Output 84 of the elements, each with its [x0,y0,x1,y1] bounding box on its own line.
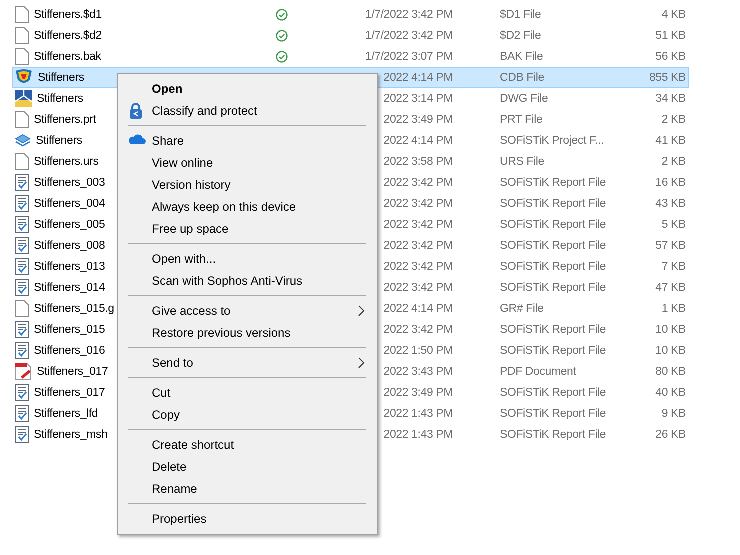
file-type: SOFiSTiK Report File [499,176,608,188]
file-name: Stiffeners [37,92,84,104]
file-name: Stiffeners [38,72,84,84]
file-type: SOFiSTiK Report File [499,324,608,336]
file-name: Stiffeners [36,134,82,146]
file-size: 2 KB [660,156,686,168]
file-type: SOFiSTiK Report File [499,344,608,356]
file-size: 10 KB [654,324,686,336]
file-size: 56 KB [654,50,686,62]
file-name: Stiffeners_017 [37,366,108,378]
file-type: GR# File [499,302,545,314]
file-size: 41 KB [654,134,686,146]
file-name: Stiffeners_004 [34,198,106,210]
file-name: Stiffeners_008 [34,240,106,252]
file-size: 9 KB [660,408,686,420]
date-modified: 1/7/2022 3:07 PM [364,50,453,62]
file-type: SOFiSTiK Report File [499,198,608,210]
file-type: DWG File [499,92,550,104]
file-type: SOFiSTiK Report File [499,282,608,294]
file-name: Stiffeners_015.g [34,302,114,314]
file-size: 5 KB [660,218,686,230]
file-size: 855 KB [648,72,686,84]
file-size: 10 KB [654,344,686,356]
file-type: SOFiSTiK Report File [499,408,608,420]
file-type: SOFiSTiK Report File [499,240,608,252]
date-modified: 2022 4:14 PM [382,302,453,314]
file-size: 26 KB [654,428,686,440]
date-modified: 2022 3:42 PM [382,260,453,272]
file-type: CDB File [499,72,546,84]
date-modified: 2022 3:58 PM [382,156,453,168]
file-name: Stiffeners_015 [34,324,106,336]
file-name: Stiffeners_013 [34,260,106,272]
file-size: 40 KB [654,386,686,398]
file-name: Stiffeners_005 [34,218,106,230]
file-type: PDF Document [499,366,578,378]
date-modified: 2022 3:42 PM [382,240,453,252]
date-modified: 2022 3:49 PM [382,386,453,398]
date-modified: 2022 3:42 PM [382,176,453,188]
file-name: Stiffeners_003 [34,176,106,188]
file-name: Stiffeners_016 [34,344,106,356]
date-modified: 2022 3:42 PM [382,282,453,294]
file-size: 7 KB [660,260,686,272]
file-type: SOFiSTiK Project F... [499,134,606,146]
file-name: Stiffeners.urs [34,156,99,168]
file-size: 4 KB [660,8,686,20]
date-modified: 1/7/2022 3:42 PM [364,30,453,42]
file-type: $D2 File [499,30,542,42]
file-name: Stiffeners.bak [34,50,102,62]
file-name: Stiffeners.prt [34,114,96,126]
file-type: $D1 File [499,8,542,20]
file-size: 1 KB [660,302,686,314]
file-name: Stiffeners_014 [34,282,106,294]
file-type: SOFiSTiK Report File [499,218,608,230]
date-modified: 2022 3:42 PM [382,198,453,210]
file-size: 34 KB [654,92,686,104]
file-size: 80 KB [654,366,686,378]
file-type: BAK File [499,50,544,62]
file-type: PRT File [499,114,544,126]
file-name: Stiffeners_msh [34,428,108,440]
date-modified: 2022 1:43 PM [382,408,453,420]
file-name: Stiffeners.$d1 [34,8,102,20]
file-type: SOFiSTiK Report File [499,260,608,272]
date-modified: 2022 4:14 PM [382,72,453,84]
file-size: 51 KB [654,30,686,42]
date-modified: 1/7/2022 3:42 PM [364,8,453,20]
date-modified: 2022 3:42 PM [382,218,453,230]
file-type: SOFiSTiK Report File [499,428,608,440]
file-size: 16 KB [654,176,686,188]
date-modified: 2022 1:50 PM [382,344,453,356]
file-type: URS File [499,156,546,168]
file-size: 2 KB [660,114,686,126]
file-size: 43 KB [654,198,686,210]
date-modified: 2022 3:43 PM [382,366,453,378]
date-modified: 2022 4:14 PM [382,134,453,146]
date-modified: 2022 3:14 PM [382,92,453,104]
file-name: Stiffeners.$d2 [34,30,102,42]
file-size: 57 KB [654,240,686,252]
file-size: 47 KB [654,282,686,294]
file-type: SOFiSTiK Report File [499,386,608,398]
date-modified: 2022 3:42 PM [382,324,453,336]
date-modified: 2022 3:49 PM [382,114,453,126]
file-name: Stiffeners_lfd [34,408,98,420]
date-modified: 2022 1:43 PM [382,428,453,440]
file-name: Stiffeners_017 [34,386,106,398]
